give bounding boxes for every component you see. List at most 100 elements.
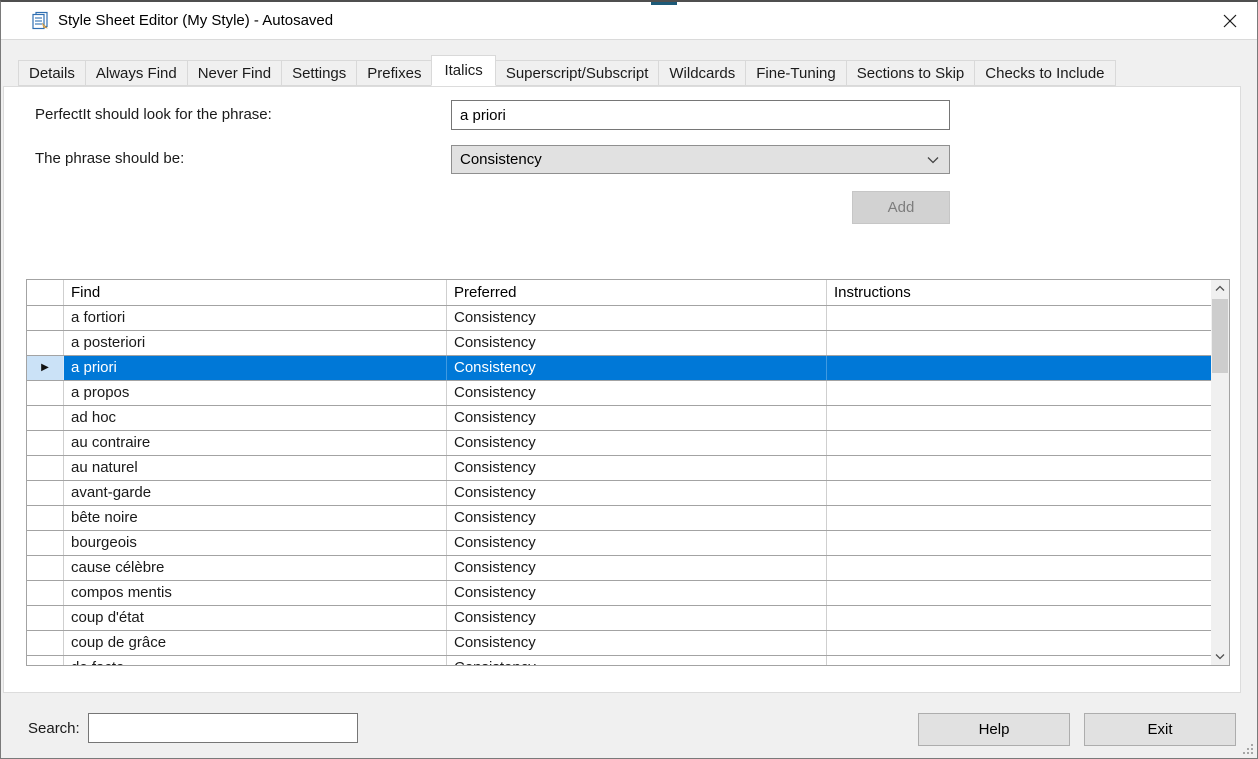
cell-instructions [827,306,1213,330]
cell-instructions [827,631,1213,655]
tab-italics[interactable]: Italics [431,55,495,86]
chevron-down-icon [1215,653,1225,660]
cell-instructions [827,406,1213,430]
table-row[interactable]: a fortioriConsistency [27,306,1213,331]
tab-superscript-subscript[interactable]: Superscript/Subscript [495,60,660,86]
cell-preferred: Consistency [447,656,827,666]
table-row[interactable]: a posterioriConsistency [27,331,1213,356]
cell-find: au contraire [64,431,447,455]
grid-body: a fortioriConsistencya posterioriConsist… [27,306,1213,666]
window-top-accent-fragment [651,2,677,5]
cell-instructions [827,556,1213,580]
row-selector-cell[interactable] [27,456,64,480]
cell-preferred: Consistency [447,581,827,605]
search-input[interactable] [88,713,358,743]
cell-instructions [827,381,1213,405]
table-row[interactable]: compos mentisConsistency [27,581,1213,606]
add-button[interactable]: Add [852,191,950,224]
tab-sections-to-skip[interactable]: Sections to Skip [846,60,976,86]
cell-preferred: Consistency [447,406,827,430]
cell-find: a fortiori [64,306,447,330]
title-bar: Style Sheet Editor (My Style) - Autosave… [1,2,1257,40]
scroll-down-button[interactable] [1211,648,1229,665]
cell-find: de facto [64,656,447,666]
row-selector-cell[interactable] [27,631,64,655]
scrollbar-thumb[interactable] [1212,299,1228,373]
search-label: Search: [28,720,80,737]
table-row[interactable]: au contraireConsistency [27,431,1213,456]
table-row[interactable]: ad hocConsistency [27,406,1213,431]
cell-instructions [827,656,1213,666]
cell-find: au naturel [64,456,447,480]
row-selector-cell[interactable] [27,606,64,630]
cell-find: ad hoc [64,406,447,430]
table-row[interactable]: de factoConsistency [27,656,1213,666]
style-sheet-editor-window: Style Sheet Editor (My Style) - Autosave… [0,0,1258,759]
close-icon [1223,14,1237,28]
close-button[interactable] [1213,6,1247,36]
table-row[interactable]: coup de grâceConsistency [27,631,1213,656]
tab-prefixes[interactable]: Prefixes [356,60,432,86]
tab-never-find[interactable]: Never Find [187,60,282,86]
tab-wildcards[interactable]: Wildcards [658,60,746,86]
resize-grip-icon[interactable] [1242,743,1254,755]
cell-instructions [827,456,1213,480]
tab-checks-to-include[interactable]: Checks to Include [974,60,1115,86]
table-row[interactable]: bête noireConsistency [27,506,1213,531]
cell-instructions [827,606,1213,630]
tab-settings[interactable]: Settings [281,60,357,86]
cell-preferred: Consistency [447,481,827,505]
help-button[interactable]: Help [918,713,1070,746]
row-selector-cell[interactable] [27,406,64,430]
row-selector-cell[interactable] [27,656,64,666]
phrase-type-dropdown[interactable]: Consistency [451,145,950,174]
table-row[interactable]: avant-gardeConsistency [27,481,1213,506]
cell-preferred: Consistency [447,631,827,655]
row-selector-cell[interactable] [27,581,64,605]
tab-fine-tuning[interactable]: Fine-Tuning [745,60,846,86]
table-row[interactable]: a proposConsistency [27,381,1213,406]
table-row[interactable]: au naturelConsistency [27,456,1213,481]
row-selector-cell[interactable] [27,306,64,330]
table-row[interactable]: cause célèbreConsistency [27,556,1213,581]
row-selector-cell[interactable] [27,531,64,555]
tab-details[interactable]: Details [18,60,86,86]
table-scrollbar[interactable] [1211,280,1229,665]
cell-preferred: Consistency [447,506,827,530]
column-header-preferred[interactable]: Preferred [447,280,827,305]
cell-find: coup de grâce [64,631,447,655]
table-row[interactable]: coup d'étatConsistency [27,606,1213,631]
column-header-find[interactable]: Find [64,280,447,305]
cell-instructions [827,331,1213,355]
table-row[interactable]: ▶a prioriConsistency [27,356,1213,381]
cell-find: bête noire [64,506,447,530]
cell-find: a priori [64,356,447,380]
cell-instructions [827,581,1213,605]
tab-always-find[interactable]: Always Find [85,60,188,86]
row-selector-cell[interactable] [27,481,64,505]
phrase-input[interactable] [451,100,950,130]
exit-button[interactable]: Exit [1084,713,1236,746]
row-selector-cell[interactable] [27,431,64,455]
row-selector-cell[interactable] [27,556,64,580]
stylesheet-document-icon [30,11,50,31]
cell-instructions [827,431,1213,455]
scroll-up-button[interactable] [1211,280,1229,297]
cell-preferred: Consistency [447,306,827,330]
cell-find: a posteriori [64,331,447,355]
window-title: Style Sheet Editor (My Style) - Autosave… [58,2,333,40]
row-selector-cell[interactable] [27,331,64,355]
chevron-up-icon [1215,285,1225,292]
row-selector-cell[interactable] [27,381,64,405]
column-header-instructions[interactable]: Instructions [827,280,1213,305]
chevron-down-icon [927,156,939,164]
row-selector-header-cell [27,280,64,305]
row-selector-cell[interactable]: ▶ [27,356,64,380]
row-selector-cell[interactable] [27,506,64,530]
table-row[interactable]: bourgeoisConsistency [27,531,1213,556]
cell-preferred: Consistency [447,606,827,630]
cell-instructions [827,531,1213,555]
cell-find: cause célèbre [64,556,447,580]
cell-preferred: Consistency [447,556,827,580]
cell-find: bourgeois [64,531,447,555]
